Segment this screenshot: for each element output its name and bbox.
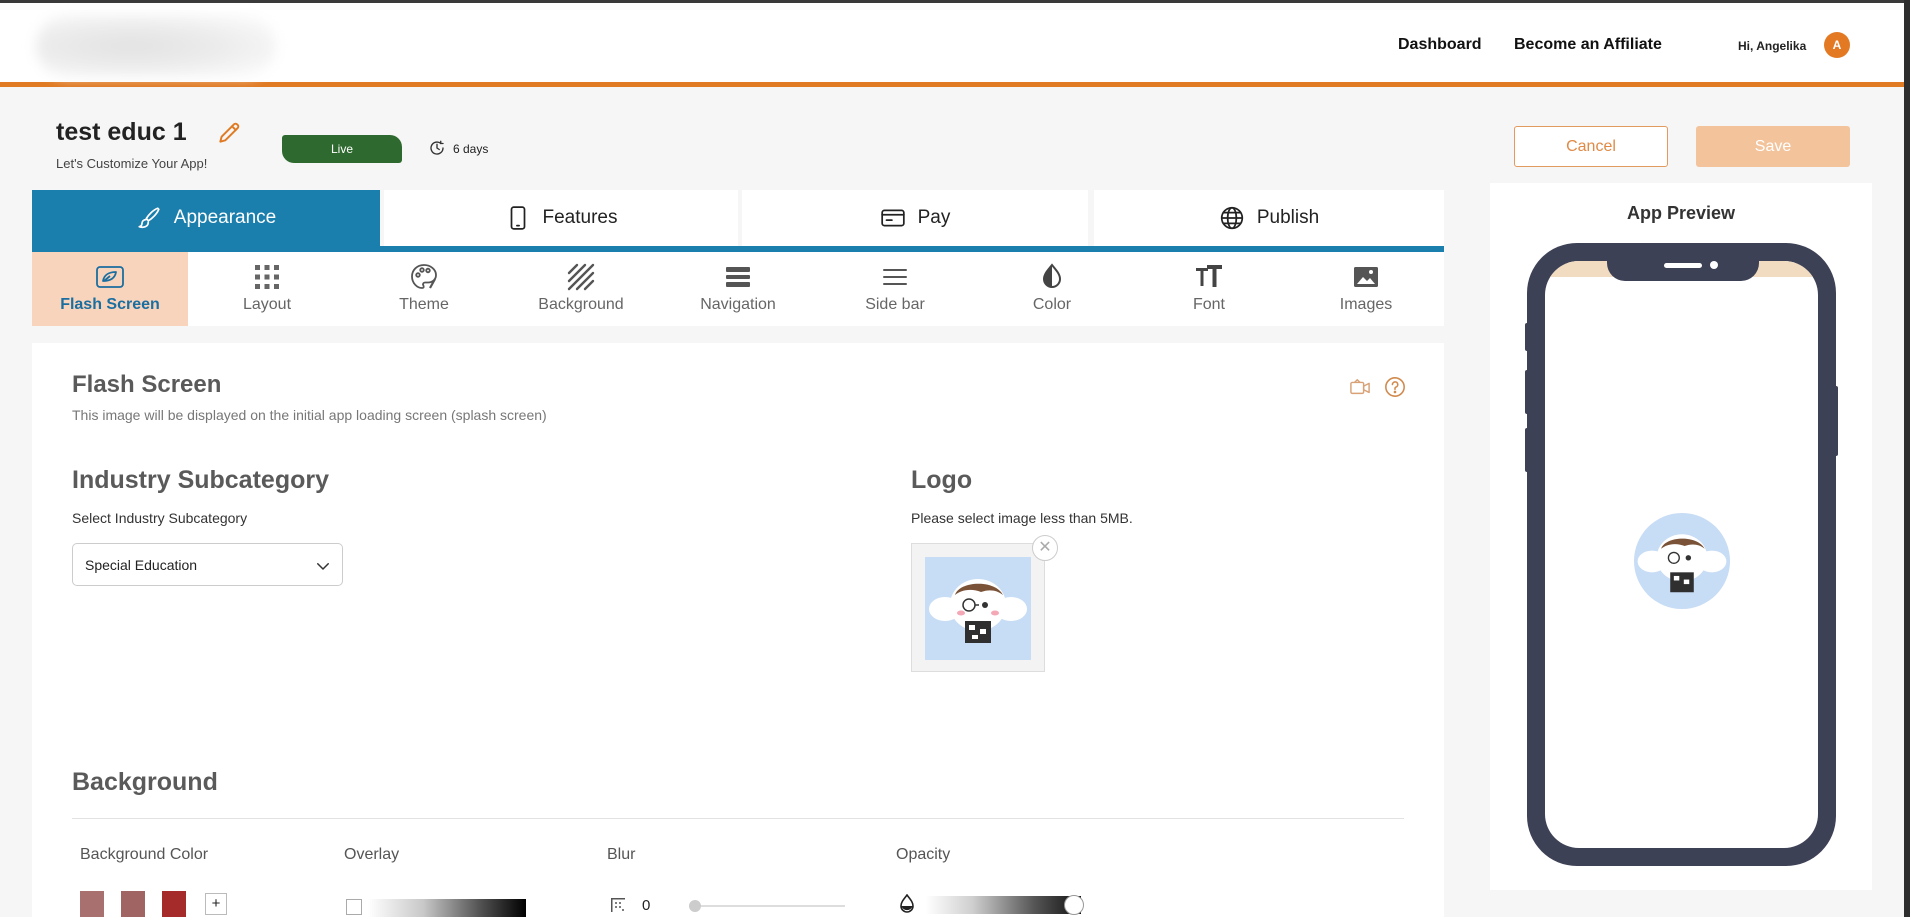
industry-title: Industry Subcategory (72, 466, 329, 494)
window-right-border (1904, 0, 1910, 917)
background-title: Background (72, 768, 218, 796)
hatch-icon (567, 263, 595, 291)
subtab-layout[interactable]: Layout (189, 252, 345, 326)
card-icon (880, 209, 905, 227)
section-divider (72, 818, 1404, 819)
days-remaining: 6 days (453, 142, 489, 156)
mascot-image-preview (1637, 534, 1727, 593)
subtab-layout-label: Layout (242, 296, 292, 313)
blur-slider-track[interactable] (690, 905, 845, 907)
blur-value: 0 (642, 897, 651, 914)
opacity-slider-track[interactable] (926, 896, 1081, 914)
color-swatch-2[interactable] (121, 891, 145, 917)
subtab-navigation-label: Navigation (700, 296, 776, 313)
subtab-navigation[interactable]: Navigation (660, 252, 816, 326)
user-greeting[interactable]: Hi, Angelika (1738, 39, 1806, 53)
blur-slider-thumb[interactable] (689, 900, 701, 912)
subtab-sidebar[interactable]: Side bar (817, 252, 973, 326)
flash-screen-title: Flash Screen (72, 371, 222, 398)
subtab-flash-screen-label: Flash Screen (60, 296, 160, 313)
brush-icon (138, 207, 160, 229)
palette-icon (411, 264, 437, 289)
globe-icon (1220, 206, 1243, 230)
subtab-flash-screen[interactable]: Flash Screen (32, 252, 188, 326)
cancel-button[interactable]: Cancel (1514, 126, 1668, 167)
blur-icon (611, 898, 625, 912)
phone-speaker (1664, 263, 1702, 268)
droplet-icon (1042, 263, 1062, 288)
blur-label: Blur (607, 846, 636, 863)
status-badge: Live (282, 135, 402, 163)
subtab-sidebar-label: Side bar (865, 296, 925, 313)
opacity-drop-icon (900, 894, 914, 913)
clock-icon (430, 140, 444, 155)
grid-icon (255, 265, 279, 289)
app-preview-title: App Preview (1626, 203, 1736, 223)
app-name: test educ 1 (56, 118, 187, 146)
tab-publish[interactable]: Publish (1094, 190, 1444, 246)
tab-pay[interactable]: Pay (742, 190, 1088, 246)
settings-card (32, 343, 1444, 917)
top-header: Dashboard Become an Affiliate Hi, Angeli… (0, 3, 1904, 87)
industry-select-label: Select Industry Subcategory (72, 510, 248, 526)
industry-selected-value: Special Education (85, 557, 198, 573)
subtab-font[interactable]: Font (1131, 252, 1287, 326)
save-button[interactable]: Save (1696, 126, 1850, 167)
tab-features[interactable]: Features (384, 190, 738, 246)
subtab-color[interactable]: Color (974, 252, 1130, 326)
splash-logo-preview (1634, 513, 1730, 609)
tab-appearance-label: Appearance (173, 207, 277, 228)
logo-hint: Please select image less than 5MB. (911, 510, 1133, 526)
overlay-gradient-picker[interactable] (368, 899, 526, 917)
tab-appearance[interactable]: Appearance (32, 190, 380, 246)
subtab-background[interactable]: Background (503, 252, 659, 326)
user-avatar[interactable]: A (1824, 32, 1850, 58)
tab-publish-label: Publish (1256, 207, 1320, 228)
subtab-theme[interactable]: Theme (346, 252, 502, 326)
subtab-images[interactable]: Images (1288, 252, 1444, 326)
opacity-slider-thumb[interactable] (1064, 895, 1084, 915)
color-swatch-3[interactable] (162, 891, 186, 917)
nav-dashboard[interactable]: Dashboard (1398, 36, 1482, 54)
overlay-label: Overlay (344, 846, 400, 863)
tab-pay-label: Pay (917, 207, 951, 228)
phone-icon (510, 206, 525, 230)
logo-upload[interactable] (911, 543, 1045, 672)
flash-screen-icon (96, 266, 124, 288)
navigation-icon (726, 267, 750, 287)
help-icon[interactable] (1384, 376, 1406, 398)
logo-image (925, 557, 1031, 660)
logo-title: Logo (911, 466, 973, 494)
opacity-label: Opacity (896, 846, 951, 863)
color-swatch-1[interactable] (80, 891, 104, 917)
add-color-button[interactable]: + (205, 893, 227, 915)
app-subtitle: Let's Customize Your App! (56, 156, 208, 171)
chevron-down-icon (317, 563, 329, 570)
overlay-checkbox[interactable] (346, 899, 362, 915)
tab-features-label: Features (542, 207, 618, 228)
remove-logo-button[interactable]: ✕ (1032, 535, 1058, 561)
phone-camera (1710, 261, 1718, 269)
appearance-subtabs: Flash Screen Layout Theme Background Nav… (32, 252, 1444, 326)
mascot-image (929, 579, 1027, 643)
main-tabs: Appearance Features Pay Publish (32, 190, 1444, 252)
industry-subcategory-select[interactable]: Special Education (72, 543, 343, 586)
subtab-color-label: Color (1032, 296, 1072, 313)
font-icon (1196, 265, 1222, 287)
close-icon: ✕ (1038, 539, 1052, 556)
menu-icon (883, 269, 907, 285)
subtab-theme-label: Theme (399, 296, 449, 313)
subtab-images-label: Images (1339, 296, 1393, 313)
nav-become-affiliate[interactable]: Become an Affiliate (1514, 36, 1662, 54)
image-icon (1354, 267, 1378, 287)
video-tutorial-icon[interactable] (1349, 377, 1371, 397)
background-color-label: Background Color (80, 846, 209, 863)
subtab-background-label: Background (538, 296, 624, 313)
flash-screen-description: This image will be displayed on the init… (72, 407, 547, 423)
brand-logo[interactable] (36, 15, 276, 77)
pencil-icon[interactable] (216, 120, 242, 146)
subtab-font-label: Font (1192, 296, 1225, 313)
